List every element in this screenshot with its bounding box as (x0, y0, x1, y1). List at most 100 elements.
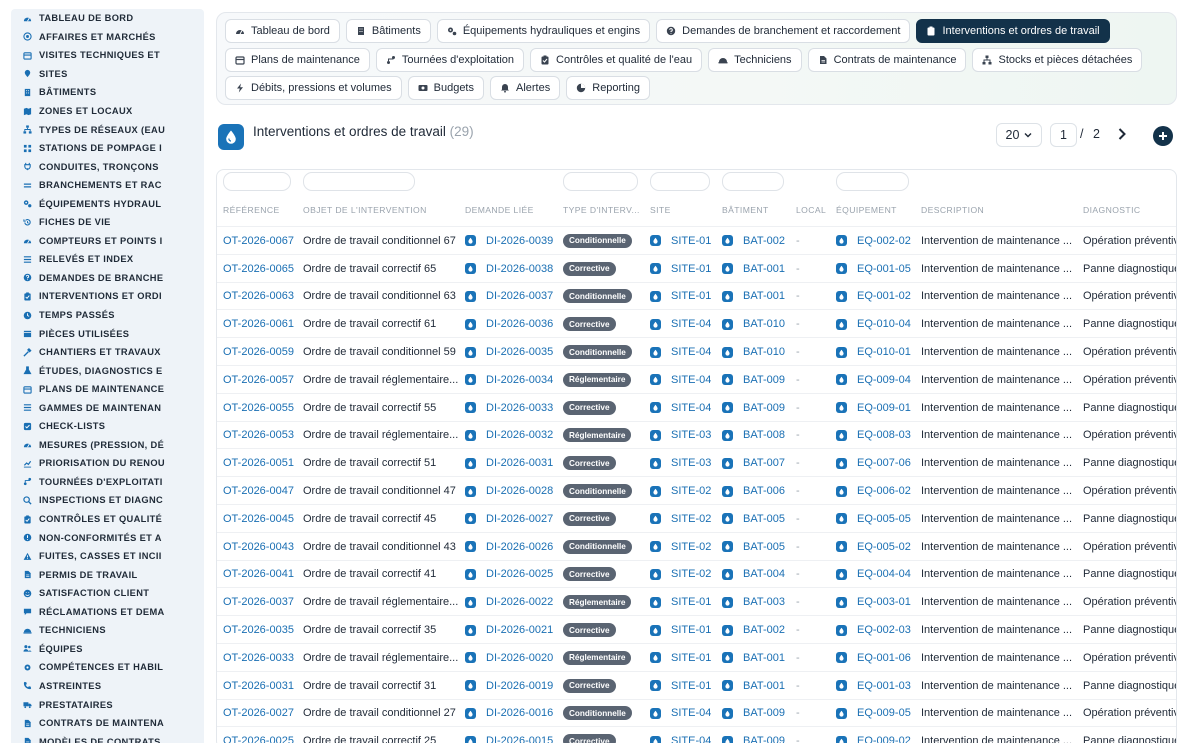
column-header-site[interactable]: SITE (650, 205, 671, 215)
nav-tab[interactable]: Stocks et pièces détachées (972, 48, 1143, 72)
cell-site[interactable]: SITE-03 (650, 449, 711, 477)
sidebar-item[interactable]: ASTREINTES (11, 677, 204, 696)
cell-demande[interactable]: DI-2026-0039 (465, 227, 553, 255)
nav-tab[interactable]: Débits, pressions et volumes (225, 76, 402, 100)
column-header-reference[interactable]: RÉFÉRENCE (223, 205, 280, 215)
sidebar-item[interactable]: ÉQUIPES (11, 640, 204, 659)
nav-tab[interactable]: Budgets (407, 76, 484, 100)
sidebar-item[interactable]: TYPES DE RÉSEAUX (EAU (11, 120, 204, 139)
nav-tab[interactable]: Demandes de branchement et raccordement (656, 19, 911, 43)
cell-demande[interactable]: DI-2026-0037 (465, 283, 553, 311)
cell-reference[interactable]: OT-2026-0033 (223, 644, 294, 672)
cell-demande[interactable]: DI-2026-0034 (465, 366, 553, 394)
cell-equipement[interactable]: EQ-001-02 (836, 283, 911, 311)
filter-objet[interactable] (303, 172, 415, 191)
sidebar-item[interactable]: AFFAIRES ET MARCHÉS (11, 28, 204, 47)
cell-reference[interactable]: OT-2026-0061 (223, 310, 294, 338)
cell-equipement[interactable]: EQ-004-04 (836, 561, 911, 589)
nav-tab[interactable]: Tournées d'exploitation (375, 48, 525, 72)
sidebar-item[interactable]: COMPÉTENCES ET HABIL (11, 658, 204, 677)
sidebar-item[interactable]: MODÈLES DE CONTRATS (11, 732, 204, 743)
table-row[interactable]: OT-2026-0055 Ordre de travail correctif 5… (217, 392, 1176, 422)
sidebar-item[interactable]: FUITES, CASSES ET INCII (11, 547, 204, 566)
cell-batiment[interactable]: BAT-010 (722, 338, 785, 366)
cell-equipement[interactable]: EQ-009-02 (836, 727, 911, 743)
table-row[interactable]: OT-2026-0053 Ordre de travail réglementai… (217, 420, 1176, 450)
cell-site[interactable]: SITE-04 (650, 394, 711, 422)
cell-site[interactable]: SITE-01 (650, 644, 711, 672)
table-row[interactable]: OT-2026-0035 Ordre de travail correctif 3… (217, 615, 1176, 644)
cell-batiment[interactable]: BAT-001 (722, 255, 785, 283)
nav-tab[interactable]: Bâtiments (345, 19, 431, 43)
cell-site[interactable]: SITE-04 (650, 310, 711, 338)
nav-tab[interactable]: Alertes (490, 76, 561, 100)
sidebar-item[interactable]: CONDUITES, TRONÇONS (11, 157, 204, 176)
sidebar-item[interactable]: CHECK-LISTS (11, 417, 204, 436)
sidebar-item[interactable]: INTERVENTIONS ET ORDI (11, 287, 204, 306)
cell-reference[interactable]: OT-2026-0025 (223, 727, 294, 743)
cell-reference[interactable]: OT-2026-0057 (223, 366, 294, 394)
sidebar-item[interactable]: CONTRATS DE MAINTENA (11, 714, 204, 733)
column-header-diagnostic[interactable]: DIAGNOSTIC (1083, 205, 1140, 215)
cell-equipement[interactable]: EQ-009-04 (836, 366, 911, 394)
cell-demande[interactable]: DI-2026-0020 (465, 644, 553, 672)
cell-demande[interactable]: DI-2026-0031 (465, 449, 553, 477)
cell-batiment[interactable]: BAT-008 (722, 422, 785, 450)
table-row[interactable]: OT-2026-0031 Ordre de travail correctif 3… (217, 670, 1176, 700)
cell-reference[interactable]: OT-2026-0031 (223, 672, 294, 700)
table-row[interactable]: OT-2026-0065 Ordre de travail correctif 6… (217, 253, 1176, 283)
column-header-demande[interactable]: DEMANDE LIÉE (465, 205, 534, 215)
cell-equipement[interactable]: EQ-005-05 (836, 505, 911, 533)
filter-equipement[interactable] (836, 172, 909, 191)
cell-demande[interactable]: DI-2026-0021 (465, 616, 553, 644)
table-row[interactable]: OT-2026-0051 Ordre de travail correctif 5… (217, 448, 1176, 477)
sidebar-item[interactable]: ÉQUIPEMENTS HYDRAUL (11, 194, 204, 213)
cell-reference[interactable]: OT-2026-0027 (223, 700, 294, 728)
cell-demande[interactable]: DI-2026-0028 (465, 477, 553, 505)
cell-site[interactable]: SITE-04 (650, 366, 711, 394)
cell-equipement[interactable]: EQ-010-01 (836, 338, 911, 366)
table-row[interactable]: OT-2026-0043 Ordre de travail conditionne… (217, 531, 1176, 560)
cell-batiment[interactable]: BAT-007 (722, 449, 785, 477)
sidebar-item[interactable]: VISITES TECHNIQUES ET (11, 46, 204, 65)
nav-tab[interactable]: Équipements hydrauliques et engins (436, 19, 651, 43)
sidebar-item[interactable]: TECHNICIENS (11, 621, 204, 640)
cell-equipement[interactable]: EQ-006-02 (836, 477, 911, 505)
cell-site[interactable]: SITE-02 (650, 477, 711, 505)
cell-site[interactable]: SITE-02 (650, 505, 711, 533)
cell-demande[interactable]: DI-2026-0033 (465, 394, 553, 422)
table-row[interactable]: OT-2026-0041 Ordre de travail correctif 4… (217, 559, 1176, 589)
column-header-batiment[interactable]: BÂTIMENT (722, 205, 769, 215)
cell-demande[interactable]: DI-2026-0025 (465, 561, 553, 589)
cell-batiment[interactable]: BAT-003 (722, 588, 785, 616)
nav-tab[interactable]: Reporting (566, 76, 650, 100)
sidebar-item[interactable]: INSPECTIONS ET DIAGNC (11, 491, 204, 510)
cell-site[interactable]: SITE-03 (650, 422, 711, 450)
sidebar-item[interactable]: TABLEAU DE BORD (11, 9, 204, 28)
cell-demande[interactable]: DI-2026-0032 (465, 422, 553, 450)
table-row[interactable]: OT-2026-0063 Ordre de travail conditionne… (217, 281, 1176, 311)
sidebar-item[interactable]: MESURES (PRESSION, DÉ (11, 436, 204, 455)
cell-equipement[interactable]: EQ-007-06 (836, 449, 911, 477)
nav-tab[interactable]: Techniciens (708, 48, 802, 72)
cell-equipement[interactable]: EQ-002-03 (836, 616, 911, 644)
sidebar-item[interactable]: COMPTEURS ET POINTS I (11, 232, 204, 251)
current-page-input[interactable]: 1 (1050, 123, 1077, 147)
cell-site[interactable]: SITE-01 (650, 227, 711, 255)
cell-demande[interactable]: DI-2026-0019 (465, 672, 553, 700)
cell-site[interactable]: SITE-04 (650, 727, 711, 743)
table-row[interactable]: OT-2026-0057 Ordre de travail réglementai… (217, 365, 1176, 394)
cell-batiment[interactable]: BAT-002 (722, 616, 785, 644)
table-row[interactable]: OT-2026-0027 Ordre de travail conditionne… (217, 698, 1176, 728)
sidebar-item[interactable]: PIÈCES UTILISÉES (11, 324, 204, 343)
column-header-equipement[interactable]: ÉQUIPEMENT (836, 205, 897, 215)
cell-demande[interactable]: DI-2026-0035 (465, 338, 553, 366)
sidebar-item[interactable]: FICHES DE VIE (11, 213, 204, 232)
nav-tab[interactable]: Tableau de bord (225, 19, 340, 43)
cell-equipement[interactable]: EQ-009-05 (836, 700, 911, 728)
cell-equipement[interactable]: EQ-003-01 (836, 588, 911, 616)
cell-batiment[interactable]: BAT-005 (722, 505, 785, 533)
next-page-button[interactable] (1114, 125, 1130, 143)
cell-equipement[interactable]: EQ-001-05 (836, 255, 911, 283)
cell-site[interactable]: SITE-04 (650, 338, 711, 366)
